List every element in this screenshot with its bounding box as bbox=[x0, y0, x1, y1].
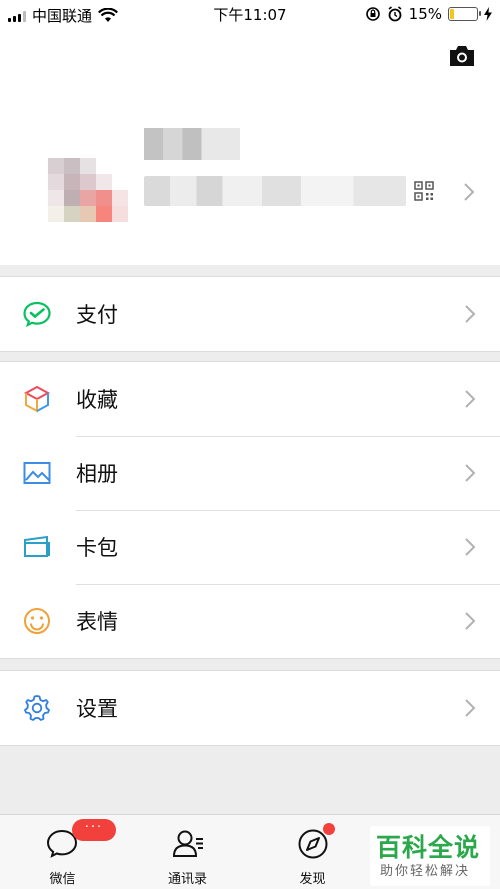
tab-contacts[interactable]: 通讯录 bbox=[125, 815, 250, 889]
watermark-title: 百科全说 bbox=[376, 833, 481, 862]
charging-bolt-icon bbox=[484, 7, 492, 21]
alarm-icon bbox=[388, 6, 402, 22]
menu-label-album: 相册 bbox=[76, 462, 118, 486]
chevron-right-icon bbox=[465, 464, 476, 482]
smiley-face-icon bbox=[24, 608, 50, 634]
wechat-pay-icon bbox=[23, 301, 51, 328]
chevron-right-icon bbox=[465, 612, 476, 630]
menu-item-pay[interactable]: 支付 bbox=[0, 277, 500, 351]
menu-label-pay: 支付 bbox=[76, 303, 118, 327]
camera-icon[interactable] bbox=[448, 44, 476, 68]
menu-item-album[interactable]: 相册 bbox=[0, 436, 500, 510]
menu-label-stickers: 表情 bbox=[76, 610, 118, 634]
chevron-right-icon bbox=[465, 390, 476, 408]
tab-label-contacts: 通讯录 bbox=[167, 872, 207, 887]
rotation-lock-icon bbox=[365, 7, 380, 21]
menu-label-settings: 设置 bbox=[76, 697, 118, 721]
profile-header[interactable] bbox=[0, 28, 500, 265]
status-right: 15% bbox=[365, 5, 492, 23]
menu-item-settings[interactable]: 设置 bbox=[0, 671, 500, 745]
menu-group-settings: 设置 bbox=[0, 670, 500, 746]
battery-icon bbox=[448, 7, 481, 21]
battery-percent: 15% bbox=[408, 5, 442, 23]
watermark-subtitle: 助你轻松解决 bbox=[380, 864, 471, 879]
menu-item-favorites[interactable]: 收藏 bbox=[0, 362, 500, 436]
battery-fill bbox=[450, 9, 454, 19]
menu-item-cards[interactable]: 卡包 bbox=[0, 510, 500, 584]
menu-group-pay: 支付 bbox=[0, 276, 500, 352]
chevron-right-icon bbox=[465, 538, 476, 556]
menu-label-favorites: 收藏 bbox=[76, 388, 118, 412]
tab-label-discover: 发现 bbox=[299, 872, 326, 887]
unread-badge: ··· bbox=[72, 819, 116, 841]
menu-item-stickers[interactable]: 表情 bbox=[0, 584, 500, 658]
tab-discover[interactable]: 发现 bbox=[250, 815, 375, 889]
chevron-right-icon bbox=[465, 305, 476, 323]
contacts-icon bbox=[172, 830, 203, 857]
settings-gear-icon bbox=[24, 695, 50, 721]
card-wallet-icon bbox=[24, 535, 50, 557]
avatar[interactable] bbox=[48, 158, 128, 238]
status-bar: 中国联通 下午11:07 15% bbox=[0, 0, 500, 28]
wechat-id-blurred bbox=[144, 176, 406, 206]
chevron-right-icon bbox=[465, 699, 476, 717]
watermark-logo: 百科全说 助你轻松解决 bbox=[370, 826, 490, 886]
chevron-right-icon bbox=[464, 183, 475, 201]
tab-label-chats: 微信 bbox=[49, 872, 76, 887]
nickname-blurred bbox=[144, 128, 240, 160]
qrcode-icon[interactable] bbox=[414, 181, 434, 201]
new-dot-badge bbox=[323, 823, 335, 835]
favorites-cube-icon bbox=[23, 385, 51, 413]
album-picture-icon bbox=[23, 462, 51, 484]
menu-group-main: 收藏 相册 卡包 表情 bbox=[0, 361, 500, 659]
tab-chats[interactable]: ··· 微信 bbox=[0, 815, 125, 889]
menu-label-cards: 卡包 bbox=[76, 536, 118, 560]
